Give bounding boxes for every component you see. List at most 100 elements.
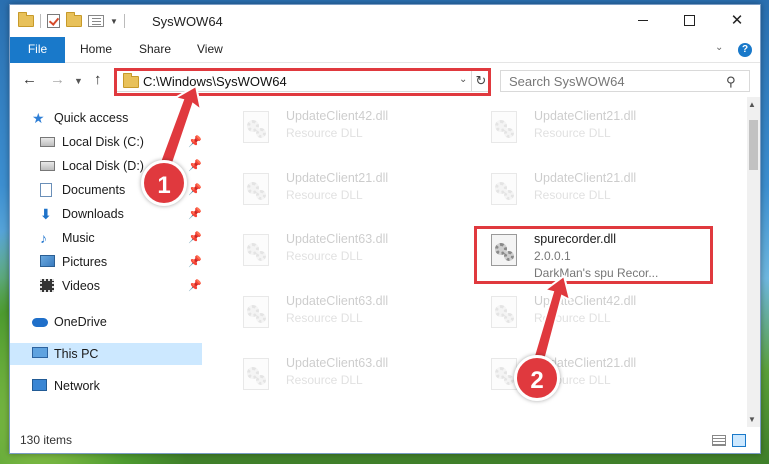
network-icon (32, 379, 47, 393)
pin-icon[interactable]: 📌 (188, 155, 202, 177)
music-icon: ♪ (40, 230, 47, 246)
tab-share[interactable]: Share (139, 37, 171, 62)
sidebar-item-label: This PC (54, 347, 99, 361)
large-icons-view-icon[interactable] (732, 434, 746, 447)
tab-home[interactable]: Home (80, 37, 112, 62)
new-folder-icon[interactable] (66, 12, 82, 27)
sidebar-item-downloads[interactable]: ⬇ Downloads 📌 (10, 203, 202, 225)
refresh-icon[interactable]: ↻ (471, 71, 490, 91)
toolbar-divider (123, 14, 125, 28)
pin-icon[interactable]: 📌 (188, 275, 202, 297)
ribbon-tabs: File Home Share View ⌄ ? (10, 37, 760, 87)
videos-icon (40, 279, 55, 293)
close-icon: ✕ (730, 12, 744, 29)
pin-icon[interactable]: 📌 (188, 179, 202, 201)
file-name: spurecorder.dll (534, 232, 616, 246)
maximize-button[interactable] (666, 5, 712, 35)
file-type: Resource DLL (534, 311, 611, 325)
sidebar-item-network[interactable]: Network (10, 375, 202, 397)
file-name: UpdateClient21.dll (534, 171, 637, 185)
address-bar[interactable]: C:\Windows\SysWOW64 ⌄ ↻ (116, 70, 490, 92)
file-type: Resource DLL (534, 188, 611, 202)
help-icon[interactable]: ? (738, 43, 752, 57)
address-path[interactable]: C:\Windows\SysWOW64 (143, 74, 287, 89)
sidebar-item-label: Local Disk (C:) (62, 135, 144, 149)
folder-icon (123, 73, 139, 88)
forward-arrow-icon[interactable]: → (50, 71, 65, 88)
up-arrow-icon[interactable]: ↑ (94, 71, 102, 88)
file-name: UpdateClient63.dll (286, 356, 389, 370)
toolbar-divider (40, 14, 41, 28)
file-type: Resource DLL (286, 126, 363, 140)
sidebar-item-videos[interactable]: Videos 📌 (10, 275, 202, 297)
dll-file-icon (491, 234, 517, 266)
sidebar-item-label: Videos (62, 279, 100, 293)
file-type: Resource DLL (286, 373, 363, 387)
file-name: UpdateClient63.dll (286, 294, 389, 308)
scroll-thumb[interactable] (749, 120, 758, 170)
back-arrow-icon[interactable]: ← (22, 71, 37, 88)
sidebar-item-music[interactable]: ♪ Music 📌 (10, 227, 202, 249)
sidebar-item-quick-access[interactable]: ★ Quick access (10, 107, 202, 129)
sidebar-item-label: Local Disk (D:) (62, 159, 144, 173)
sidebar-item-label: Pictures (62, 255, 108, 269)
step-1-badge: 1 (141, 160, 187, 206)
file-version: 2.0.0.1 (534, 249, 571, 263)
dll-file-icon (243, 358, 269, 390)
window-title: SysWOW64 (152, 14, 223, 29)
scroll-up-icon[interactable]: ▲ (748, 100, 756, 109)
navigation-pane: ★ Quick access Local Disk (C:) 📌 Local D… (10, 97, 210, 427)
sidebar-item-label: OneDrive (54, 315, 107, 329)
tab-view[interactable]: View (197, 37, 223, 62)
title-bar: ▼ SysWOW64 ✕ (10, 5, 760, 37)
expand-ribbon-icon[interactable]: ⌄ (715, 42, 723, 53)
search-icon[interactable]: ⚲ (726, 74, 736, 90)
quick-access-toolbar: ▼ (18, 12, 125, 29)
sidebar-item-onedrive[interactable]: OneDrive (10, 311, 202, 333)
chevron-down-icon[interactable]: ▼ (110, 17, 118, 26)
dll-file-icon (491, 296, 517, 328)
search-placeholder[interactable]: Search SysWOW64 (509, 74, 625, 89)
address-history-chevron-icon[interactable]: ⌄ (459, 74, 467, 85)
pictures-icon (40, 255, 55, 269)
disk-icon (40, 135, 55, 149)
vertical-scrollbar[interactable]: ▲ ▼ (747, 97, 760, 427)
scroll-down-icon[interactable]: ▼ (748, 415, 756, 424)
details-view-icon[interactable] (712, 435, 726, 446)
star-icon: ★ (32, 110, 45, 126)
onedrive-icon (32, 315, 48, 329)
pin-icon[interactable]: 📌 (188, 203, 202, 225)
sidebar-item-pictures[interactable]: Pictures 📌 (10, 251, 202, 273)
dll-file-icon (243, 296, 269, 328)
close-button[interactable]: ✕ (714, 5, 760, 35)
file-explorer-window: ▼ SysWOW64 ✕ File Home Share View ⌄ ? ← … (9, 4, 761, 454)
folder-icon (18, 12, 34, 27)
file-name: UpdateClient21.dll (534, 109, 637, 123)
search-box[interactable]: Search SysWOW64 ⚲ (500, 70, 750, 92)
this-pc-icon (32, 347, 48, 361)
disk-icon (40, 159, 55, 173)
minimize-button[interactable] (620, 5, 666, 35)
file-description: DarkMan's spu Recor... (534, 266, 659, 280)
file-type: Resource DLL (534, 126, 611, 140)
file-type: Resource DLL (286, 311, 363, 325)
properties-check-icon[interactable] (47, 14, 60, 28)
pin-icon[interactable]: 📌 (188, 251, 202, 273)
pin-icon[interactable]: 📌 (188, 131, 202, 153)
sidebar-item-label: Downloads (62, 207, 124, 221)
status-bar: 130 items (10, 427, 760, 453)
recent-locations-chevron-icon[interactable]: ▼ (74, 76, 83, 86)
sidebar-item-this-pc[interactable]: This PC (10, 343, 202, 365)
sidebar-item-local-disk-c[interactable]: Local Disk (C:) 📌 (10, 131, 202, 153)
sidebar-item-label: Quick access (54, 111, 129, 125)
pin-icon[interactable]: 📌 (188, 227, 202, 249)
dll-file-icon (491, 358, 517, 390)
file-type: Resource DLL (286, 249, 363, 263)
customize-toolbar-icon[interactable] (88, 15, 104, 27)
dll-file-icon (491, 111, 517, 143)
dll-file-icon (243, 111, 269, 143)
sidebar-item-label: Network (54, 379, 100, 393)
file-list: UpdateClient42.dll Resource DLL UpdateCl… (210, 97, 746, 427)
documents-icon (40, 183, 55, 197)
item-count: 130 items (20, 433, 73, 447)
